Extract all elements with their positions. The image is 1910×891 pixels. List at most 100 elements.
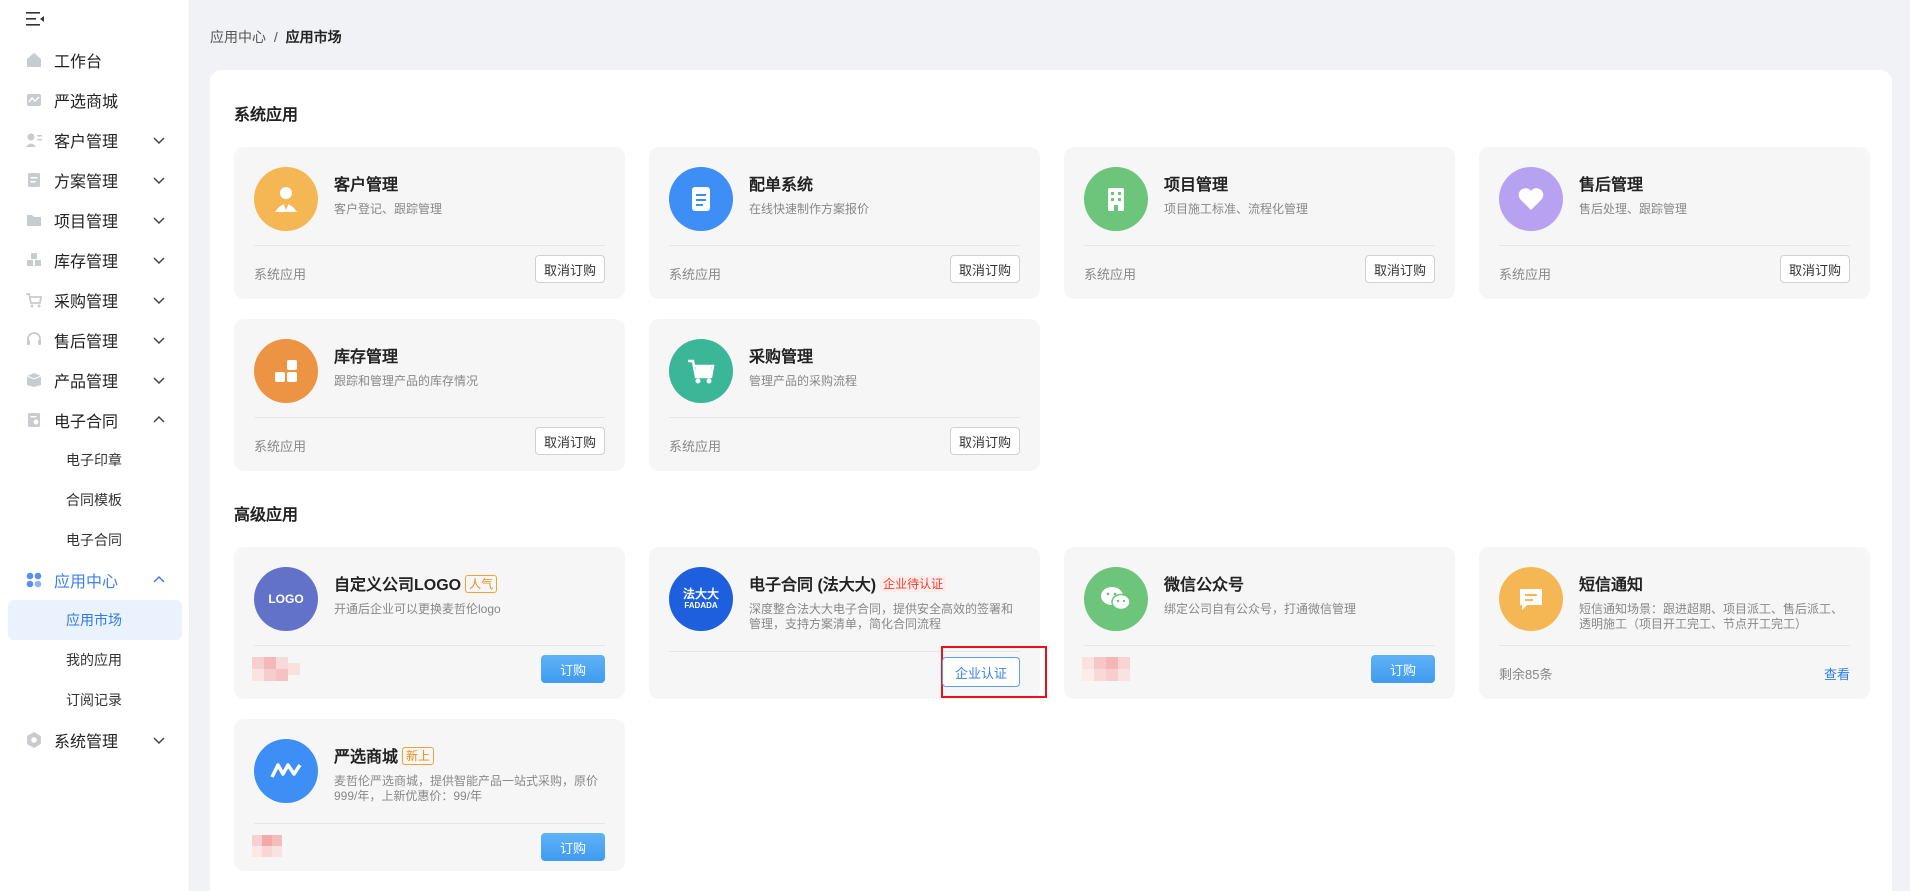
sidebar-item-product[interactable]: 产品管理 — [0, 360, 190, 400]
app-desc: 管理产品的采购流程 — [749, 374, 858, 388]
blurred-thumbnail — [252, 657, 300, 681]
app-type-label: 系统应用 — [1499, 267, 1552, 282]
sidebar-item-aftersales[interactable]: 售后管理 — [0, 320, 190, 360]
sidebar-item-label: 客户管理 — [54, 134, 119, 151]
sidebar-item-label: 售后管理 — [54, 334, 119, 351]
document-icon — [669, 167, 733, 231]
sidebar-item-label: 严选商城 — [54, 94, 119, 111]
sidebar-item-mall[interactable]: 严选商城 — [0, 80, 190, 120]
sidebar-item-label: 系统管理 — [54, 734, 119, 751]
subscribe-button[interactable]: 订购 — [541, 655, 605, 683]
app-name: 严选商城 新上 — [334, 743, 435, 767]
message-icon — [1499, 567, 1563, 631]
app-name: 微信公众号 — [1164, 577, 1245, 594]
customer-icon — [24, 130, 44, 150]
popular-tag: 人气 — [465, 575, 498, 593]
new-tag: 新上 — [402, 747, 435, 765]
collapse-menu-icon[interactable] — [24, 10, 46, 28]
plan-icon — [24, 170, 44, 190]
app-card-project: 项目管理 项目施工标准、流程化管理 系统应用 取消订购 — [1064, 147, 1455, 299]
breadcrumb-separator: / — [273, 29, 278, 45]
sidebar-item-inventory[interactable]: 库存管理 — [0, 240, 190, 280]
app-desc: 麦哲伦严选商城，提供智能产品一站式采购，原价999/年，上新优惠价：99/年 — [334, 774, 599, 803]
blocks-icon — [254, 339, 318, 403]
subscribe-button[interactable]: 订购 — [1371, 655, 1435, 683]
app-name: 采购管理 — [749, 349, 814, 366]
building-icon — [1084, 167, 1148, 231]
subscribe-button[interactable]: 订购 — [541, 833, 605, 861]
fadada-logo: 法大大 FADADA — [669, 567, 733, 631]
app-type-label: 系统应用 — [1084, 267, 1137, 282]
sidebar-menu: 工作台 严选商城 客户管理 方案管理 项目管理 库存管理 采购管理 售后管理 产… — [0, 40, 190, 760]
app-type-label: 系统应用 — [254, 439, 307, 454]
logo-badge: LOGO — [254, 567, 318, 631]
sidebar-subitem-template[interactable]: 合同模板 — [0, 480, 190, 520]
sidebar-item-system[interactable]: 系统管理 — [0, 720, 190, 760]
app-desc: 客户登记、跟踪管理 — [334, 202, 443, 216]
sidebar-subitem-econtract[interactable]: 电子合同 — [0, 520, 190, 560]
sidebar-subitem-market[interactable]: 应用市场 — [8, 600, 182, 640]
sidebar-item-project[interactable]: 项目管理 — [0, 200, 190, 240]
sidebar-item-purchase[interactable]: 采购管理 — [0, 280, 190, 320]
chevron-down-icon — [153, 337, 165, 345]
blurred-thumbnail — [252, 835, 282, 857]
sidebar-item-label: 应用中心 — [54, 574, 119, 591]
contract-icon — [24, 410, 44, 430]
chevron-down-icon — [153, 377, 165, 385]
folder-icon — [24, 210, 44, 230]
headset-icon — [24, 330, 44, 350]
chevron-down-icon — [153, 217, 165, 225]
app-desc: 绑定公司自有公众号，打通微信管理 — [1164, 602, 1357, 616]
cancel-subscription-button[interactable]: 取消订购 — [534, 255, 605, 283]
pending-verification-tag: 企业待认证 — [880, 576, 947, 592]
app-desc: 在线快速制作方案报价 — [749, 202, 870, 216]
app-desc: 项目施工标准、流程化管理 — [1164, 202, 1309, 216]
sidebar-subitem-orders[interactable]: 订阅记录 — [0, 680, 190, 720]
app-name: 项目管理 — [1164, 177, 1229, 194]
sidebar-item-app-center[interactable]: 应用中心 — [0, 560, 190, 600]
heart-icon — [1499, 167, 1563, 231]
sidebar-item-workbench[interactable]: 工作台 — [0, 40, 190, 80]
sidebar-item-label: 库存管理 — [54, 254, 119, 271]
cancel-subscription-button[interactable]: 取消订购 — [1364, 255, 1435, 283]
enterprise-verification-button[interactable]: 企业认证 — [942, 657, 1020, 687]
cart-icon — [24, 290, 44, 310]
chevron-down-icon — [153, 137, 165, 145]
app-desc: 开通后企业可以更换麦哲伦logo — [334, 602, 501, 616]
app-card-yanxuan-mall: 严选商城 新上 麦哲伦严选商城，提供智能产品一站式采购，原价999/年，上新优惠价… — [234, 719, 625, 871]
sidebar-item-customer[interactable]: 客户管理 — [0, 120, 190, 160]
sidebar-subitem-my-apps[interactable]: 我的应用 — [0, 640, 190, 680]
sidebar-item-label: 产品管理 — [54, 374, 119, 391]
cancel-subscription-button[interactable]: 取消订购 — [1779, 255, 1850, 283]
app-card-inventory: 库存管理 跟踪和管理产品的库存情况 系统应用 取消订购 — [234, 319, 625, 471]
sidebar-item-label: 采购管理 — [54, 294, 119, 311]
cancel-subscription-button[interactable]: 取消订购 — [534, 427, 605, 455]
app-card-wechat: 微信公众号 绑定公司自有公众号，打通微信管理 订购 — [1064, 547, 1455, 699]
app-desc: 短信通知场景：跟进超期、项目派工、售后派工、透明施工（项目开工完工、节点开工完工… — [1579, 602, 1844, 631]
app-name: 自定义公司LOGO 人气 — [334, 571, 498, 595]
app-card-custom-logo: LOGO 自定义公司LOGO 人气 开通后企业可以更换麦哲伦logo 订购 — [234, 547, 625, 699]
main-panel: 系统应用 客户管理 客户登记、跟踪管理 系统应用 取消订购 配单系统 在线快速制… — [210, 70, 1892, 891]
home-icon — [24, 50, 44, 70]
view-link[interactable]: 查看 — [1824, 664, 1850, 683]
cancel-subscription-button[interactable]: 取消订购 — [949, 255, 1020, 283]
mall-icon — [24, 90, 44, 110]
chevron-up-icon — [153, 415, 165, 423]
apps-icon — [24, 570, 44, 590]
chevron-down-icon — [153, 297, 165, 305]
cart-icon — [669, 339, 733, 403]
sidebar-item-plan[interactable]: 方案管理 — [0, 160, 190, 200]
app-type-label: 系统应用 — [254, 267, 307, 282]
sidebar-subitem-seal[interactable]: 电子印章 — [0, 440, 190, 480]
sidebar-item-label: 项目管理 — [54, 214, 119, 231]
app-name: 短信通知 — [1579, 577, 1644, 594]
app-card-purchase: 采购管理 管理产品的采购流程 系统应用 取消订购 — [649, 319, 1040, 471]
sidebar-item-label: 电子合同 — [54, 414, 119, 431]
sidebar-item-contract[interactable]: 电子合同 — [0, 400, 190, 440]
app-card-econtract-fadada: 法大大 FADADA 电子合同 (法大大) 企业待认证 深度整合法大大电子合同，提… — [649, 547, 1047, 699]
section-title-system: 系统应用 — [234, 107, 299, 126]
breadcrumb-parent[interactable]: 应用中心 — [210, 29, 266, 45]
app-desc: 售后处理、跟踪管理 — [1579, 202, 1688, 216]
app-name: 电子合同 (法大大) 企业待认证 — [749, 571, 947, 595]
cancel-subscription-button[interactable]: 取消订购 — [949, 427, 1020, 455]
